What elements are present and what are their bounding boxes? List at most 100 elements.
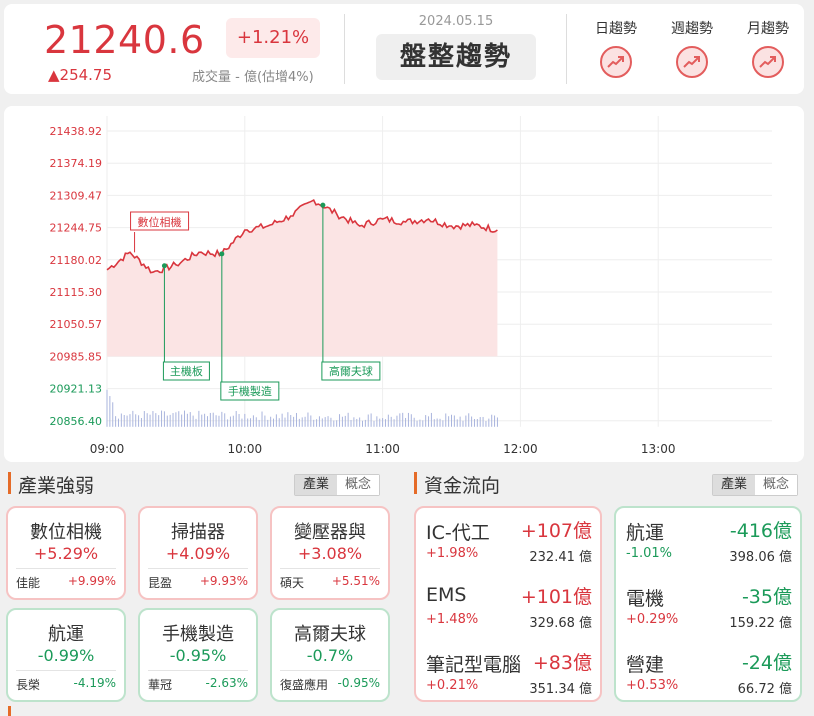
- monthly-trend-label: 月趨勢: [747, 21, 789, 37]
- weekly-trend-button[interactable]: 週趨勢: [662, 18, 722, 78]
- y-axis-label: 20856.40: [50, 415, 103, 428]
- section-title: 資金流向: [424, 475, 501, 497]
- divider: [16, 670, 116, 671]
- index-price: 21240.6: [44, 18, 205, 62]
- flow-percent: +1.98%: [426, 546, 479, 561]
- leading-stock-name: 佳能: [16, 576, 41, 590]
- leading-stock-name: 昆盈: [148, 576, 173, 590]
- y-axis-label: 21309.47: [50, 189, 103, 202]
- flow-percent: +1.48%: [426, 612, 479, 627]
- flow-value: 398.06 億: [729, 550, 792, 565]
- y-axis-label: 21050.57: [50, 318, 103, 331]
- x-axis-label: 13:00: [641, 442, 676, 456]
- y-axis-label: 21438.92: [50, 125, 103, 138]
- monthly-trend-button[interactable]: 月趨勢: [738, 18, 798, 78]
- divider: [148, 670, 248, 671]
- flow-row[interactable]: 航運 -416億 -1.01% 398.06 億: [626, 510, 792, 570]
- y-axis-label: 20921.13: [50, 383, 103, 396]
- flow-amount: -416億: [729, 520, 792, 542]
- daily-trend-button[interactable]: 日趨勢: [586, 18, 646, 78]
- flow-row[interactable]: IC-代工 +107億 +1.98% 232.41 億: [426, 510, 592, 570]
- flow-industry-name: 電機: [626, 588, 665, 610]
- divider: [16, 568, 116, 569]
- flow-row[interactable]: EMS +101億 +1.48% 329.68 億: [426, 576, 592, 636]
- volume-text: 成交量 - 億(估增4%): [192, 70, 314, 85]
- trend-up-icon: [752, 46, 784, 78]
- divider: [148, 568, 248, 569]
- index-percent-badge: +1.21%: [226, 18, 320, 58]
- industry-card[interactable]: 高爾夫球 -0.7% 復盛應用 -0.95%: [270, 608, 390, 702]
- leading-stock-percent: +9.99%: [67, 574, 116, 588]
- flow-value: 159.22 億: [729, 616, 792, 631]
- flow-value: 329.68 億: [529, 616, 592, 631]
- leading-stock-percent: -2.63%: [205, 676, 248, 690]
- industry-tab-toggle: 產業 概念: [294, 474, 381, 496]
- industry-card[interactable]: 數位相機 +5.29% 佳能 +9.99%: [6, 506, 126, 600]
- flow-amount: +107億: [520, 520, 592, 542]
- industry-name: 數位相機: [30, 522, 102, 543]
- x-axis-label: 10:00: [228, 442, 263, 456]
- inflow-panel: IC-代工 +107億 +1.98% 232.41 億 EMS +101億 +1…: [414, 506, 602, 702]
- section-title: 產業強弱: [18, 475, 95, 497]
- y-axis-label: 21244.75: [50, 222, 103, 235]
- industry-percent: -0.99%: [37, 646, 95, 665]
- y-axis-label: 21180.02: [50, 254, 103, 267]
- tab-industry[interactable]: 產業: [713, 475, 756, 495]
- flow-value: 232.41 億: [529, 550, 592, 565]
- leading-stock-percent: +9.93%: [199, 574, 248, 588]
- tab-concept[interactable]: 概念: [755, 475, 798, 495]
- industry-card[interactable]: 變壓器與 +3.08% 碩天 +5.51%: [270, 506, 390, 600]
- flow-industry-name: EMS: [426, 584, 467, 606]
- industry-name: 掃描器: [171, 522, 225, 543]
- index-change: ▲254.75: [48, 66, 113, 84]
- y-axis-label: 21115.30: [50, 286, 103, 299]
- industry-percent: -0.7%: [306, 646, 354, 665]
- divider: [566, 14, 567, 84]
- leading-stock-name: 華冠: [148, 678, 173, 692]
- trend-up-icon: [600, 46, 632, 78]
- flow-amount: +101億: [520, 586, 592, 608]
- industry-card[interactable]: 手機製造 -0.95% 華冠 -2.63%: [138, 608, 258, 702]
- flow-row[interactable]: 電機 -35億 +0.29% 159.22 億: [626, 576, 792, 636]
- tab-industry[interactable]: 產業: [295, 475, 338, 495]
- section-accent-bar: [414, 472, 417, 494]
- flow-tab-toggle: 產業 概念: [712, 474, 799, 496]
- industry-name: 變壓器與: [294, 522, 366, 543]
- annotation-label: 高爾夫球: [329, 364, 373, 378]
- flow-industry-name: 筆記型電腦: [426, 654, 522, 676]
- flow-amount: -24億: [741, 652, 792, 674]
- daily-trend-label: 日趨勢: [595, 21, 637, 37]
- x-axis-label: 12:00: [503, 442, 538, 456]
- flow-percent: +0.29%: [626, 612, 679, 627]
- leading-stock-percent: -0.95%: [337, 676, 380, 690]
- leading-stock-percent: +5.51%: [331, 574, 380, 588]
- intraday-chart-panel: 21438.92 21374.19 21309.47 21244.75 21180.02…: [4, 106, 804, 462]
- divider: [344, 14, 345, 84]
- industry-percent: +3.08%: [297, 544, 363, 563]
- industry-percent: +4.09%: [165, 544, 231, 563]
- flow-industry-name: IC-代工: [426, 522, 490, 544]
- flow-value: 66.72 億: [737, 682, 792, 697]
- flow-value: 351.34 億: [529, 682, 592, 697]
- index-summary-panel: 21240.6 ▲254.75 +1.21% 成交量 - 億(估增4%) 202…: [4, 4, 804, 94]
- tab-concept[interactable]: 概念: [337, 475, 380, 495]
- trend-status-badge: 盤整趨勢: [376, 34, 536, 80]
- industry-card[interactable]: 航運 -0.99% 長榮 -4.19%: [6, 608, 126, 702]
- fund-flow-header: 資金流向: [414, 470, 614, 498]
- y-axis-label: 20985.85: [50, 350, 103, 363]
- industry-name: 手機製造: [162, 624, 234, 645]
- divider: [280, 670, 380, 671]
- flow-row[interactable]: 筆記型電腦 +83億 +0.21% 351.34 億: [426, 642, 592, 702]
- flow-percent: +0.53%: [626, 678, 679, 693]
- industry-card[interactable]: 掃描器 +4.09% 昆盈 +9.93%: [138, 506, 258, 600]
- x-axis-label: 11:00: [365, 442, 400, 456]
- leading-stock-name: 復盛應用: [280, 678, 329, 692]
- trend-up-icon: [676, 46, 708, 78]
- flow-amount: -35億: [741, 586, 792, 608]
- intraday-chart[interactable]: 21438.92 21374.19 21309.47 21244.75 21180.02…: [4, 106, 804, 462]
- leading-stock-name: 碩天: [280, 576, 305, 590]
- weekly-trend-label: 週趨勢: [671, 21, 713, 37]
- flow-row[interactable]: 營建 -24億 +0.53% 66.72 億: [626, 642, 792, 702]
- annotation-label: 數位相機: [138, 215, 182, 229]
- industry-percent: +5.29%: [33, 544, 99, 563]
